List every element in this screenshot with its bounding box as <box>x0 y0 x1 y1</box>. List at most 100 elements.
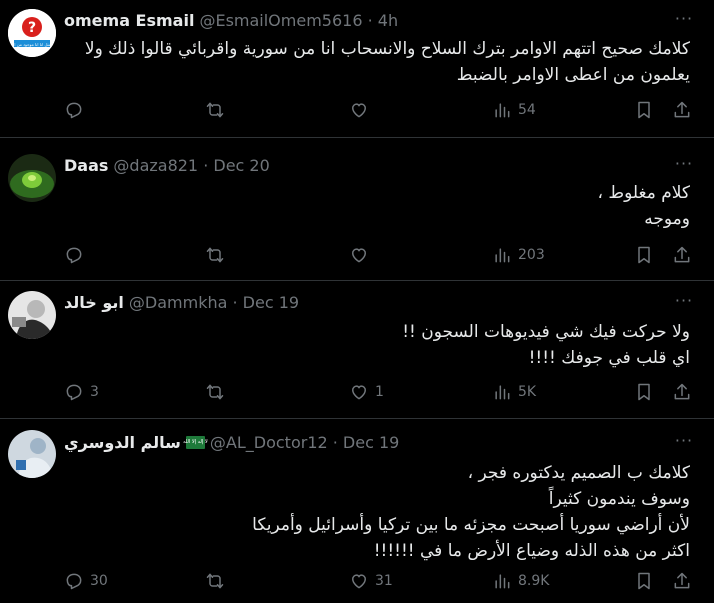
avatar-image: ? أمثل انا انا موجود من انا <box>8 9 56 57</box>
share-button[interactable] <box>672 569 692 593</box>
handle-and-time[interactable]: @Dammkha · Dec 19 <box>129 293 299 312</box>
reply-button[interactable]: 30 <box>64 569 108 593</box>
tweet-line: اكثر من هذه الذله وضياع الأرض ما في !!!!… <box>373 541 690 561</box>
tweet-feed: ? أمثل انا انا موجود من انا omema Esmail… <box>0 0 714 603</box>
like-button[interactable]: 31 <box>349 569 393 593</box>
handle-and-time[interactable]: @daza821 · Dec 20 <box>113 156 269 175</box>
share-icon <box>674 246 690 263</box>
more-icon[interactable]: ··· <box>672 11 696 34</box>
bookmark-icon <box>638 383 650 401</box>
retweet-button[interactable] <box>205 98 231 122</box>
reply-icon <box>66 384 82 401</box>
views-count: 5K <box>518 384 537 400</box>
views-count: 8.9K <box>518 573 550 589</box>
reply-icon <box>66 247 82 264</box>
more-icon[interactable]: ··· <box>672 433 696 456</box>
like-count: 31 <box>375 573 393 589</box>
share-icon <box>674 383 690 400</box>
reply-button[interactable] <box>64 98 90 122</box>
tweet-2[interactable]: Daas @daza821 · Dec 20 ··· كلام مغلوط ، … <box>0 138 714 281</box>
views-icon <box>495 103 510 118</box>
bookmark-button[interactable] <box>634 569 654 593</box>
views-count: 54 <box>518 102 536 118</box>
reply-button[interactable]: 3 <box>64 380 99 404</box>
tweet-header: ابو خالد @Dammkha · Dec 19 <box>64 291 674 313</box>
avatar[interactable]: ? أمثل انا انا موجود من انا <box>8 9 56 57</box>
tweet-header: سالم الدوسري لا إله إلا الله @AL_Doctor1… <box>64 431 674 453</box>
like-icon <box>352 385 366 400</box>
retweet-icon <box>206 384 224 400</box>
retweet-icon <box>206 102 224 118</box>
tweet-line: ولا حركت فيك شي فيديوهات السجون !! <box>402 322 690 342</box>
share-button[interactable] <box>672 380 692 404</box>
views-count: 203 <box>518 247 545 263</box>
like-icon <box>352 574 366 589</box>
share-icon <box>674 572 690 589</box>
views-button[interactable]: 203 <box>492 243 545 267</box>
action-bar: 3 1 5K <box>64 380 696 404</box>
tweet-line: وموجه <box>644 209 690 229</box>
tweet-header: Daas @daza821 · Dec 20 <box>64 154 674 176</box>
like-button[interactable] <box>349 243 375 267</box>
reply-icon <box>66 573 82 590</box>
action-bar: 30 31 8.9K <box>64 569 696 593</box>
tweet-3[interactable]: ابو خالد @Dammkha · Dec 19 ··· ولا حركت … <box>0 281 714 419</box>
display-name[interactable]: Daas <box>64 156 108 175</box>
handle-and-time[interactable]: @EsmailOmem5616 · 4h <box>199 11 398 30</box>
flag-text: لا إله إلا الله <box>183 439 208 445</box>
reply-count: 30 <box>90 573 108 589</box>
tweet-text: ولا حركت فيك شي فيديوهات السجون !! اي قل… <box>64 319 690 371</box>
action-bar: 54 <box>64 98 696 122</box>
avatar[interactable] <box>8 430 56 478</box>
tweet-text: كلام مغلوط ، وموجه <box>64 180 691 232</box>
reply-count: 3 <box>90 384 99 400</box>
views-button[interactable]: 5K <box>492 380 536 404</box>
tweet-line: لأن أراضي سوريا أصبحت مجزئه ما بين تركيا… <box>252 515 690 535</box>
bookmark-button[interactable] <box>634 380 654 404</box>
display-name[interactable]: omema Esmail <box>64 11 194 30</box>
avatar[interactable] <box>8 154 56 202</box>
bookmark-icon <box>638 246 650 264</box>
avatar-image <box>8 154 56 202</box>
avatar-image <box>8 430 56 478</box>
tweet-text: كلامك صحيح اتتهم الاوامر بترك السلاح وال… <box>64 36 690 88</box>
svg-text:?: ? <box>28 20 36 36</box>
like-icon <box>352 248 366 263</box>
action-bar: 203 <box>64 243 696 267</box>
tweet-4[interactable]: سالم الدوسري لا إله إلا الله @AL_Doctor1… <box>0 419 714 603</box>
share-icon <box>674 101 690 118</box>
more-icon[interactable]: ··· <box>672 156 696 179</box>
tweet-header: omema Esmail @EsmailOmem5616 · 4h <box>64 9 674 31</box>
tweet-line: كلام مغلوط ، <box>597 183 691 203</box>
display-name[interactable]: ابو خالد <box>64 293 124 312</box>
like-button[interactable]: 1 <box>349 380 384 404</box>
flag-icon: لا إله إلا الله <box>183 435 208 449</box>
reply-icon <box>66 102 82 119</box>
like-count: 1 <box>375 384 384 400</box>
views-icon <box>495 248 510 263</box>
retweet-button[interactable] <box>205 380 231 404</box>
bookmark-button[interactable] <box>634 98 654 122</box>
views-icon <box>495 385 510 400</box>
avatar-text: أمثل انا انا موجود من انا <box>12 42 52 47</box>
share-button[interactable] <box>672 243 692 267</box>
retweet-icon <box>206 247 224 263</box>
avatar[interactable] <box>8 291 56 339</box>
tweet-line: يعلمون من اعطى الاوامر بالضبط <box>456 65 690 85</box>
tweet-line: اي قلب في جوفك !!!! <box>528 348 690 368</box>
bookmark-icon <box>638 101 650 119</box>
retweet-button[interactable] <box>205 243 231 267</box>
views-button[interactable]: 8.9K <box>492 569 549 593</box>
handle-and-time[interactable]: @AL_Doctor12 · Dec 19 <box>210 433 399 452</box>
reply-button[interactable] <box>64 243 90 267</box>
views-button[interactable]: 54 <box>492 98 536 122</box>
tweet-1[interactable]: ? أمثل انا انا موجود من انا omema Esmail… <box>0 0 714 138</box>
like-button[interactable] <box>349 98 375 122</box>
bookmark-button[interactable] <box>634 243 654 267</box>
display-name[interactable]: سالم الدوسري <box>64 433 181 452</box>
share-button[interactable] <box>672 98 692 122</box>
more-icon[interactable]: ··· <box>672 293 696 316</box>
views-icon <box>495 574 510 589</box>
tweet-line: وسوف يندمون كثيراً <box>548 489 690 509</box>
retweet-button[interactable] <box>205 569 231 593</box>
